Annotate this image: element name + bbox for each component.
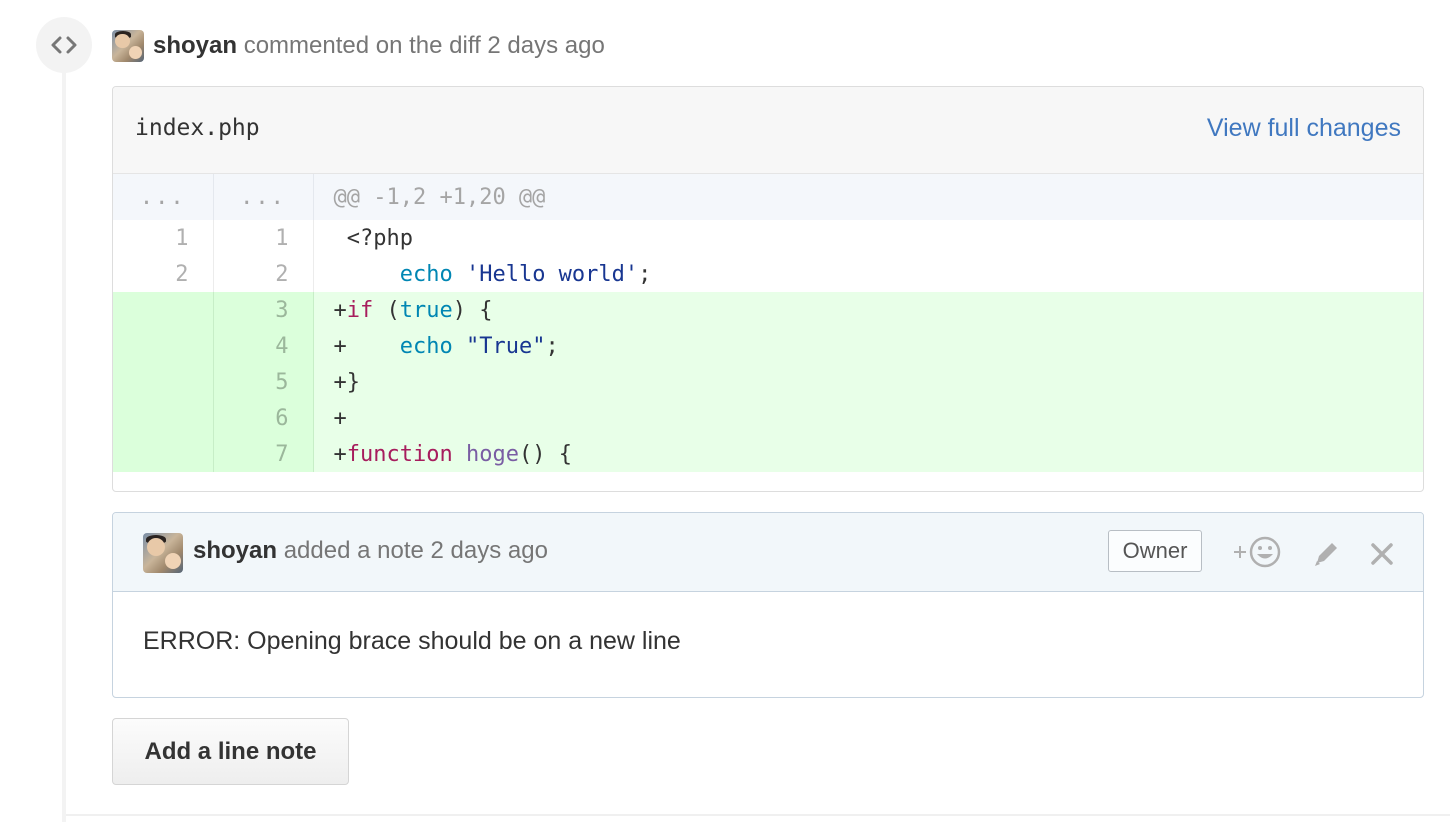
- old-line-number[interactable]: 2: [113, 256, 214, 292]
- code-line: +if (true) {: [313, 292, 1423, 328]
- code-line: +}: [313, 364, 1423, 400]
- file-name: index.php: [135, 115, 260, 141]
- new-line-number[interactable]: 6: [213, 400, 314, 436]
- old-line-number[interactable]: [113, 436, 214, 472]
- new-line-number[interactable]: 7: [213, 436, 314, 472]
- code-line: +: [313, 400, 1423, 436]
- diff-container: index.php View full changes ... ... @@ -…: [112, 86, 1424, 492]
- event-header: shoyan commented on the diff 2 days ago: [153, 30, 605, 62]
- diff-line: 2 2 echo 'Hello world';: [113, 256, 1423, 292]
- diff-line-added: 4 + echo "True";: [113, 328, 1423, 364]
- old-line-number[interactable]: [113, 364, 214, 400]
- note-action-text: added a note 2 days ago: [277, 537, 548, 564]
- new-line-number[interactable]: 4: [213, 328, 314, 364]
- owner-badge: Owner: [1108, 530, 1202, 572]
- avatar[interactable]: [112, 30, 144, 62]
- author-link[interactable]: shoyan: [153, 32, 237, 59]
- old-line-number[interactable]: [113, 400, 214, 436]
- divider: [66, 814, 1450, 816]
- delete-button[interactable]: [1365, 537, 1399, 571]
- new-line-number[interactable]: 3: [213, 292, 314, 328]
- author-link[interactable]: shoyan: [193, 537, 277, 564]
- pencil-icon: [1315, 543, 1337, 566]
- hunk-row: ... ... @@ -1,2 +1,20 @@: [113, 174, 1423, 220]
- code-line: + echo "True";: [313, 328, 1423, 364]
- timeline-line: [62, 70, 66, 822]
- add-line-note-button[interactable]: Add a line note: [112, 718, 349, 785]
- add-reaction-icon: [1234, 536, 1281, 568]
- close-icon: [1371, 543, 1393, 565]
- old-line-number[interactable]: 1: [113, 220, 214, 256]
- new-line-number[interactable]: 5: [213, 364, 314, 400]
- add-reaction-button[interactable]: [1230, 535, 1286, 569]
- new-line-number[interactable]: ...: [213, 174, 314, 220]
- code-line: <?php: [333, 225, 413, 251]
- old-line-number[interactable]: ...: [113, 174, 214, 220]
- code-line: echo 'Hello world';: [399, 261, 652, 287]
- line-note: shoyan added a note 2 days ago Owner ERR…: [112, 512, 1424, 698]
- diff-line: 1 1 <?php: [113, 220, 1423, 256]
- hunk-header: @@ -1,2 +1,20 @@: [313, 174, 1423, 220]
- diff-line-added: 7 +function hoge() {: [113, 436, 1423, 472]
- old-line-number[interactable]: [113, 328, 214, 364]
- new-line-number[interactable]: 2: [213, 256, 314, 292]
- diff-table: ... ... @@ -1,2 +1,20 @@ 1 1 <?php 2 2 e…: [113, 174, 1423, 472]
- diff-line-added: 5 +}: [113, 364, 1423, 400]
- avatar[interactable]: [143, 533, 183, 573]
- diff-line-added: 3 +if (true) {: [113, 292, 1423, 328]
- edit-button[interactable]: [1309, 537, 1343, 571]
- note-title: shoyan added a note 2 days ago: [193, 535, 548, 567]
- note-header: shoyan added a note 2 days ago Owner: [113, 513, 1423, 592]
- event-action-text: commented on the diff 2 days ago: [237, 32, 605, 59]
- code-line: +function hoge() {: [313, 436, 1423, 472]
- note-body: ERROR: Opening brace should be on a new …: [143, 627, 681, 655]
- diff-line-added: 6 +: [113, 400, 1423, 436]
- new-line-number[interactable]: 1: [213, 220, 314, 256]
- code-event-badge: [36, 17, 92, 73]
- old-line-number[interactable]: [113, 292, 214, 328]
- code-icon: [51, 36, 77, 54]
- view-full-changes-link[interactable]: View full changes: [1207, 114, 1401, 143]
- diff-file-header: index.php View full changes: [113, 87, 1423, 174]
